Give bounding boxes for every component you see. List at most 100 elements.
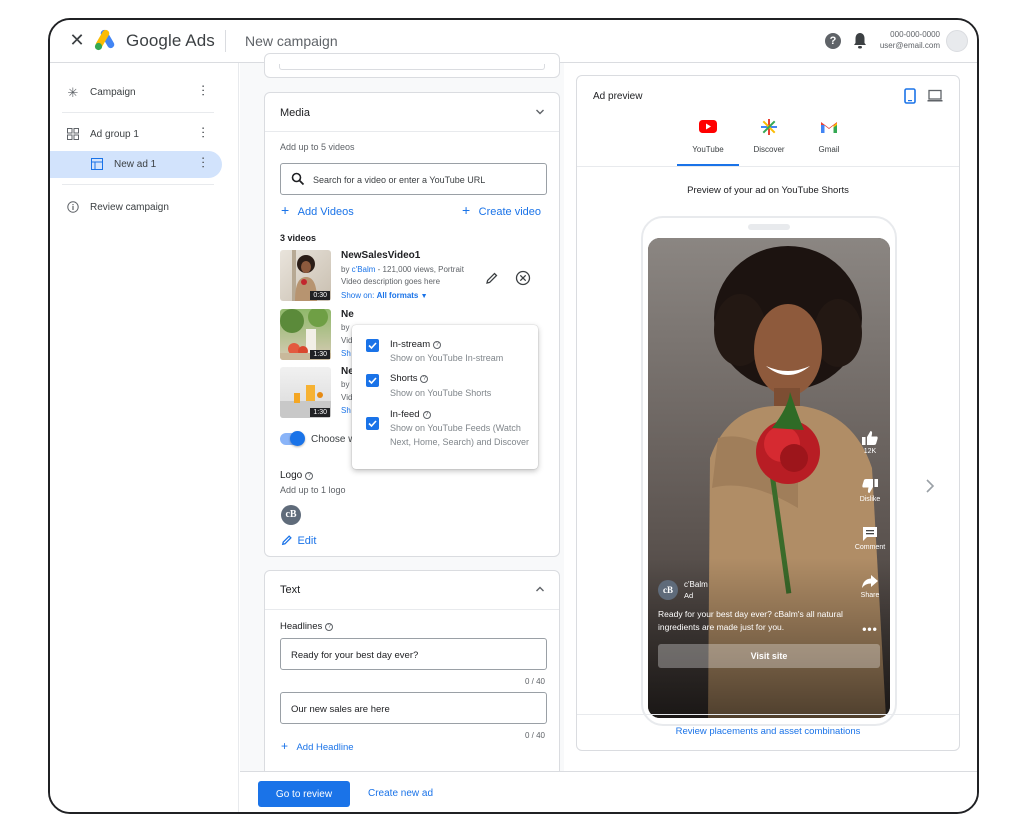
go-to-review-button[interactable]: Go to review [258,781,350,807]
tab-label: Discover [753,145,785,154]
help-circle-icon[interactable]: ? [433,341,442,349]
headline-field[interactable] [280,692,547,724]
checkbox-shorts[interactable] [366,374,379,387]
thumbs-up-icon [862,431,878,445]
headline-input-2[interactable] [291,701,536,717]
desktop-device-icon[interactable] [927,89,943,103]
gmail-icon [821,122,837,133]
chevron-right-icon[interactable] [924,478,936,494]
videos-hint: Add up to 5 videos [280,142,355,152]
channel-avatar: cB [658,580,678,600]
search-icon [291,172,305,186]
video-meta: - 121,000 views, Portrait [375,265,464,274]
chevron-down-icon[interactable] [535,107,545,117]
media-title: Media [280,107,310,119]
tab-discover[interactable]: Discover [739,116,799,166]
plus-icon: + [462,202,471,218]
share-button[interactable]: Share [852,574,888,599]
tab-gmail[interactable]: Gmail [799,116,859,166]
remove-circle-icon[interactable] [515,270,531,286]
option-subtitle: Show on YouTube In-stream [390,353,504,363]
dislike-button[interactable]: Dislike [852,478,888,503]
video-search-input[interactable] [313,172,538,188]
video-duration: 0:30 [310,291,330,300]
help-icon[interactable]: ? [825,33,841,49]
option-title-text: Shorts [390,373,418,384]
help-circle-icon[interactable]: ? [305,472,314,480]
card-divider [265,131,559,132]
text-title: Text [280,584,301,596]
char-counter: 0 / 40 [524,731,545,740]
video-byline: by c'Balm - 121,000 views, Portrait [341,265,464,274]
help-circle-icon[interactable]: ? [420,375,429,383]
comment-button[interactable]: Comment [852,526,888,551]
sidebar: ✳ Campaign ⋯ Ad group 1 ⋯ New ad 1 ⋯ Rev… [50,63,239,812]
account-info[interactable]: 000-000-0000 user@email.com [870,29,940,51]
headlines-label: Headlines? [280,621,334,632]
bell-icon[interactable] [852,32,868,50]
plus-icon: + [281,739,289,753]
sidebar-item-ad-group-1[interactable]: Ad group 1 ⋯ [50,121,239,149]
avatar[interactable] [946,30,968,52]
sidebar-divider [62,112,214,113]
video-duration: 1:30 [310,350,330,359]
sidebar-item-new-ad-1[interactable]: New ad 1 ⋯ [50,151,239,179]
edit-logo-button[interactable]: Edit [281,531,316,549]
account-phone: 000-000-0000 [890,30,940,39]
more-options-icon[interactable]: ••• [852,622,888,636]
edit-pencil-icon [281,535,292,546]
sidebar-item-label: Campaign [90,87,136,98]
preview-divider [577,166,959,167]
video-byline: by [341,380,350,389]
option-subtitle: Show on YouTube Feeds (Watch Next, Home,… [390,423,530,447]
sidebar-item-review-campaign[interactable]: Review campaign [50,194,239,222]
visit-site-button[interactable]: Visit site [658,644,880,668]
more-vert-icon[interactable]: ⋯ [196,156,211,167]
youtube-icon [699,120,717,133]
video-title: NewSalesVideo1 [341,250,421,261]
channel-link[interactable]: c'Balm [352,265,376,274]
mobile-device-icon[interactable] [904,88,916,104]
video-description: Vid [341,393,353,402]
video-search-field[interactable] [280,163,547,195]
option-title-text: In-feed [390,409,420,420]
app-frame: ✕ Google Ads New campaign ? 000-000-0000… [48,18,979,814]
caret-down-icon: ▼ [420,293,428,300]
tab-label: Gmail [818,145,840,154]
checkbox-in-stream[interactable] [366,339,379,352]
more-vert-icon[interactable]: ⋯ [196,84,211,95]
sidebar-item-label: New ad 1 [114,159,157,170]
help-circle-icon[interactable]: ? [422,411,431,419]
more-vert-icon[interactable]: ⋯ [196,126,211,137]
ad-channel-name: c'Balm [684,580,708,589]
create-new-ad-button[interactable]: Create new ad [368,781,433,807]
add-videos-button[interactable]: + Add Videos [281,202,354,220]
choose-toggle[interactable] [280,431,305,446]
add-headline-button[interactable]: + Add Headline [281,737,354,755]
google-ads-logo-icon [94,29,115,51]
checkbox-in-feed[interactable] [366,417,379,430]
chevron-up-icon[interactable] [535,584,545,594]
headline-field[interactable] [280,638,547,670]
video-thumbnail[interactable]: 1:30 [280,309,331,360]
option-title: Shorts? [390,373,429,384]
tab-youtube[interactable]: YouTube [678,116,738,166]
video-thumbnail[interactable]: 0:30 [280,250,331,301]
review-placements-link[interactable]: Review placements and asset combinations [577,726,959,737]
sidebar-item-campaign[interactable]: ✳ Campaign ⋯ [50,79,239,107]
video-thumbnail[interactable]: 1:30 [280,367,331,418]
add-headline-label: Add Headline [296,742,354,753]
show-on-dropdown[interactable]: Show on: All formats ▼ [341,291,428,300]
help-circle-icon[interactable]: ? [325,623,334,631]
formats-popup: In-stream? Show on YouTube In-stream Sho… [352,325,538,469]
edit-pencil-icon[interactable] [485,271,499,285]
close-icon[interactable]: ✕ [68,31,86,49]
headline-input-1[interactable] [291,647,536,663]
show-on-dropdown[interactable]: Sh [341,406,351,415]
create-video-button[interactable]: + Create video [462,202,541,220]
like-button[interactable]: 12K [852,430,888,455]
show-on-dropdown[interactable]: Sh [341,349,351,358]
share-icon [862,575,878,588]
shorts-video-screen[interactable]: 12K Dislike Comment Share ••• cB c'Balm … [648,238,890,718]
sidebar-divider [62,184,214,185]
